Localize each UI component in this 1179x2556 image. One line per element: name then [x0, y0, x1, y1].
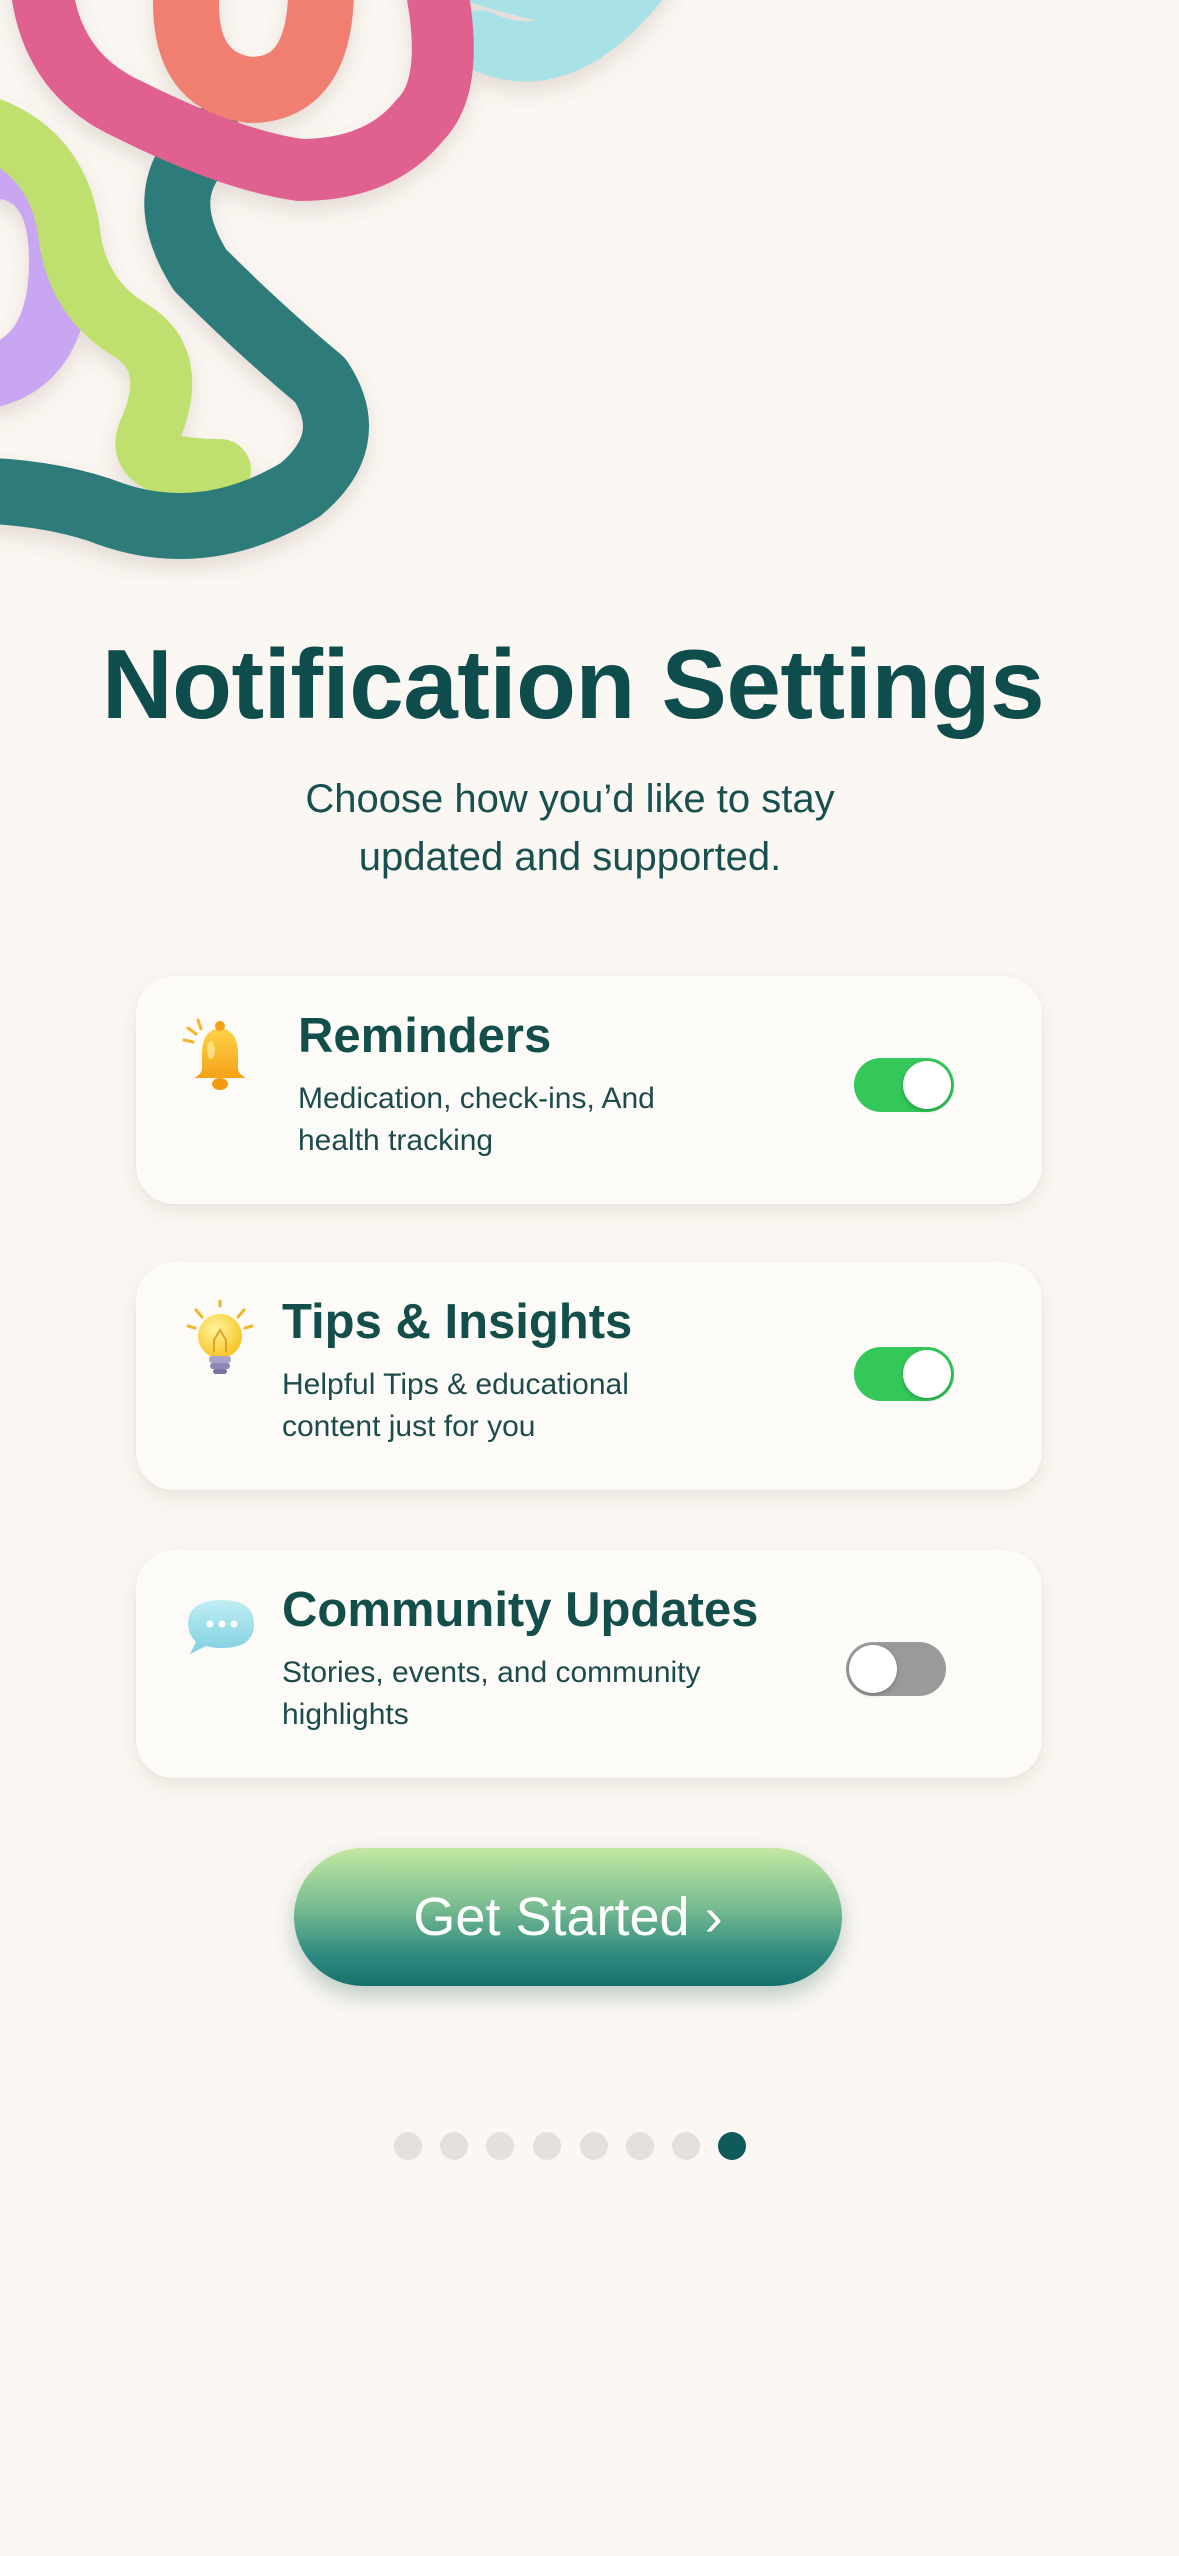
- page-dot[interactable]: [486, 2132, 514, 2160]
- lightbulb-icon: [186, 1300, 254, 1374]
- setting-card-tips-insights: Tips & Insights Helpful Tips & education…: [136, 1262, 1042, 1490]
- page-dot-active[interactable]: [718, 2132, 746, 2160]
- page-dot[interactable]: [440, 2132, 468, 2160]
- setting-title: Tips & Insights: [282, 1295, 633, 1349]
- setting-title: Reminders: [298, 1009, 552, 1063]
- pagination-dots: [394, 2132, 754, 2160]
- setting-description: Medication, check-ins, And health tracki…: [298, 1082, 655, 1157]
- setting-description: Stories, events, and community highlight…: [282, 1656, 701, 1731]
- get-started-button[interactable]: Get Started ›: [294, 1848, 842, 1986]
- community-updates-toggle[interactable]: [846, 1642, 946, 1696]
- toggle-knob: [849, 1645, 897, 1693]
- decorative-tubes-illustration: [0, 0, 663, 559]
- page-subtitle: Choose how you’d like to stay updated an…: [305, 777, 835, 879]
- toggle-knob: [903, 1350, 951, 1398]
- setting-description: Helpful Tips & educational content just …: [282, 1368, 629, 1443]
- setting-title: Community Updates: [282, 1583, 759, 1637]
- page-dot[interactable]: [626, 2132, 654, 2160]
- setting-card-reminders: Reminders Medication, check-ins, And hea…: [136, 976, 1042, 1204]
- chat-bubble-icon: [188, 1600, 254, 1654]
- page-dot[interactable]: [533, 2132, 561, 2160]
- setting-card-community-updates: Community Updates Stories, events, and c…: [136, 1550, 1042, 1778]
- toggle-knob: [903, 1061, 951, 1109]
- page-dot[interactable]: [580, 2132, 608, 2160]
- bell-icon: [182, 1018, 246, 1090]
- reminders-toggle[interactable]: [854, 1058, 954, 1112]
- tips-insights-toggle[interactable]: [854, 1347, 954, 1401]
- page-title: Notification Settings: [101, 629, 1045, 739]
- page-dot[interactable]: [672, 2132, 700, 2160]
- page-dot[interactable]: [394, 2132, 422, 2160]
